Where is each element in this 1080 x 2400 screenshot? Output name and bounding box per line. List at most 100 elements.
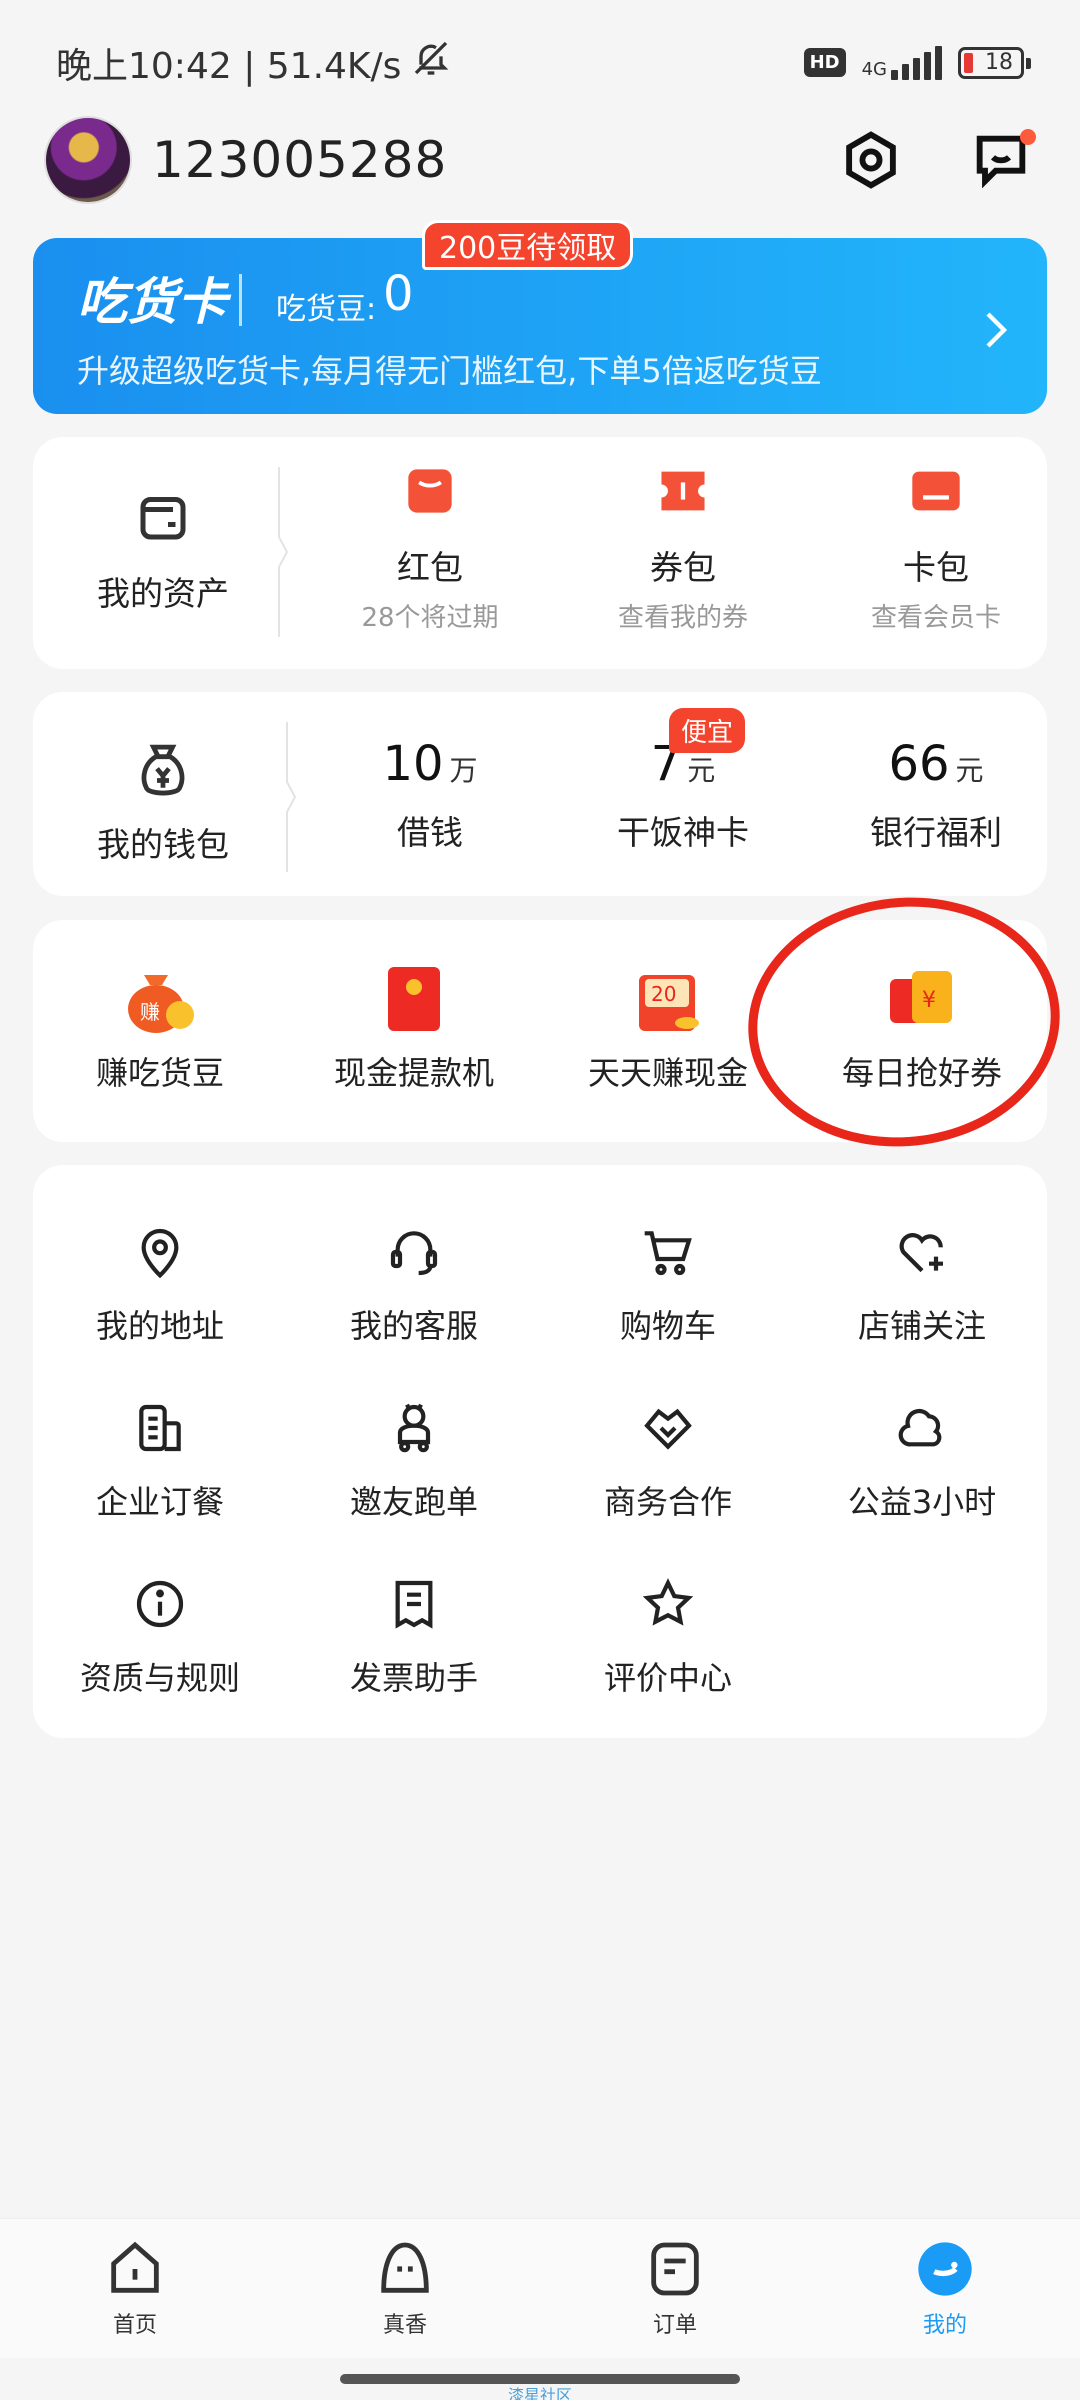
signal-icon: 4G (861, 45, 942, 80)
info-icon (33, 1569, 287, 1639)
ghost-face-icon (381, 2242, 429, 2293)
my-assets-label: 我的资产 (97, 574, 229, 613)
tab-orders[interactable]: 订单 (540, 2219, 810, 2358)
store-follow-entry[interactable]: 店铺关注 (795, 1217, 1049, 1347)
tab-home[interactable]: 首页 (0, 2219, 270, 2358)
bank-benefit-label: 银行福利 (870, 813, 1002, 852)
meal-card-unit: 元 (687, 754, 716, 787)
star-icon (541, 1569, 795, 1639)
red-envelope-icon (287, 964, 541, 1034)
review-entry[interactable]: 评价中心 (541, 1569, 795, 1699)
coupon-pack-icon (583, 465, 783, 525)
cash-atm-label: 现金提款机 (333, 1054, 494, 1092)
store-follow-label: 店铺关注 (857, 1307, 986, 1345)
network-type: 4G (861, 58, 887, 80)
receipt-icon (287, 1569, 541, 1639)
assets-card: 我的资产 红包 28个将过期 券包 查看我的券 卡包 查看会员卡 (33, 437, 1047, 669)
my-wallet-entry[interactable]: 我的钱包 (63, 740, 263, 866)
unread-dot (1020, 129, 1036, 145)
heart-plus-icon (795, 1217, 1049, 1287)
meal-card-label: 干饭神卡 (617, 813, 749, 852)
money-bag-icon (63, 740, 263, 802)
red-packet-entry[interactable]: 红包 28个将过期 (330, 465, 530, 634)
red-packet-sub: 28个将过期 (361, 603, 499, 633)
rules-entry[interactable]: 资质与规则 (33, 1569, 287, 1699)
card-pack-sub: 查看会员卡 (870, 603, 1001, 633)
my-wallet-label: 我的钱包 (97, 825, 229, 864)
home-icon (111, 2241, 159, 2293)
coupon-pack-entry[interactable]: 券包 查看我的券 (583, 465, 783, 634)
foodie-card-description: 升级超级吃货卡,每月得无门槛红包,下单5倍返吃货豆 (77, 352, 822, 390)
settings-icon (846, 131, 896, 189)
bank-benefit-value: 66 (888, 736, 950, 792)
tab-mine[interactable]: 我的 (810, 2219, 1080, 2358)
rider-icon (287, 1393, 541, 1463)
tab-zhenxiang[interactable]: 真香 (270, 2219, 540, 2358)
charity-label: 公益3小时 (847, 1483, 997, 1521)
invite-rider-label: 邀友跑单 (349, 1483, 478, 1521)
svg-text:20: 20 (651, 982, 676, 1006)
review-label: 评价中心 (603, 1659, 732, 1697)
section-divider (273, 467, 303, 641)
card-pack-label: 卡包 (903, 548, 969, 587)
customer-service-entry[interactable]: 我的客服 (287, 1217, 541, 1347)
cash-atm-entry[interactable]: 现金提款机 (287, 964, 541, 1094)
pending-beans-pill[interactable]: 200豆待领取 (422, 220, 634, 270)
corporate-order-entry[interactable]: 企业订餐 (33, 1393, 287, 1523)
building-icon (33, 1393, 287, 1463)
user-id: 123005288 (152, 131, 448, 189)
services-card: 我的地址 我的客服 购物车 店铺关注 企业订餐 邀友跑单 商务合作 公益3小时 … (33, 1165, 1047, 1738)
chevron-right-icon (981, 310, 1011, 354)
tab-mine-label: 我的 (922, 2313, 967, 2338)
borrow-unit: 万 (449, 754, 478, 787)
headset-icon (287, 1217, 541, 1287)
bank-benefit-unit: 元 (955, 754, 984, 787)
wallet-card-icon (63, 487, 263, 557)
tab-orders-label: 订单 (652, 2313, 697, 2338)
bottom-tabbar: 首页 真香 订单 我的 (0, 2218, 1080, 2358)
watermark: 漆星社区 (508, 2386, 573, 2400)
status-time-speed: 晚上10:42 | 51.4K/s (56, 45, 402, 87)
divider (239, 274, 242, 326)
wallet-card: 我的钱包 10 万 借钱 7元 干饭神卡 便宜 66 元 银行福利 (33, 692, 1047, 896)
status-bar: 晚上10:42 | 51.4K/s HD 4G 18 (0, 0, 1080, 125)
invoice-entry[interactable]: 发票助手 (287, 1569, 541, 1699)
svg-text:赚: 赚 (140, 1000, 160, 1024)
card-pack-icon (836, 465, 1036, 525)
shopping-cart-icon (541, 1217, 795, 1287)
address-entry[interactable]: 我的地址 (33, 1217, 287, 1347)
charity-entry[interactable]: 公益3小时 (795, 1393, 1049, 1523)
settings-button[interactable] (836, 125, 906, 195)
order-list-icon (651, 2242, 699, 2296)
profile-header: 123005288 (44, 110, 1036, 210)
business-label: 商务合作 (603, 1483, 732, 1521)
coupon-pack-label: 券包 (650, 548, 716, 587)
tab-home-label: 首页 (112, 2313, 157, 2338)
cart-label: 购物车 (619, 1307, 716, 1345)
invoice-label: 发票助手 (349, 1659, 478, 1697)
invite-rider-entry[interactable]: 邀友跑单 (287, 1393, 541, 1523)
hd-badge: HD (803, 48, 846, 77)
earn-beans-label: 赚吃货豆 (95, 1054, 224, 1092)
cart-entry[interactable]: 购物车 (541, 1217, 795, 1347)
meal-card-entry[interactable]: 7元 干饭神卡 (583, 736, 783, 854)
section-divider (281, 722, 311, 876)
cloud-icon (795, 1393, 1049, 1463)
bean-value: 0 (383, 266, 414, 322)
address-label: 我的地址 (95, 1307, 224, 1345)
bank-benefit-entry[interactable]: 66 元 银行福利 (836, 736, 1036, 854)
business-entry[interactable]: 商务合作 (541, 1393, 795, 1523)
rules-label: 资质与规则 (79, 1659, 240, 1697)
my-assets-entry[interactable]: 我的资产 (63, 487, 263, 615)
bean-label: 吃货豆: (276, 292, 377, 327)
card-pack-entry[interactable]: 卡包 查看会员卡 (836, 465, 1036, 634)
borrow-entry[interactable]: 10 万 借钱 (330, 736, 530, 854)
avatar[interactable] (44, 116, 132, 204)
borrow-label: 借钱 (397, 813, 463, 852)
coin-bag-icon: 赚 (33, 964, 287, 1034)
messages-button[interactable] (966, 125, 1036, 195)
red-packet-icon (330, 465, 530, 525)
handshake-icon (541, 1393, 795, 1463)
borrow-value: 10 (382, 736, 444, 792)
earn-beans-entry[interactable]: 赚 赚吃货豆 (33, 964, 287, 1094)
